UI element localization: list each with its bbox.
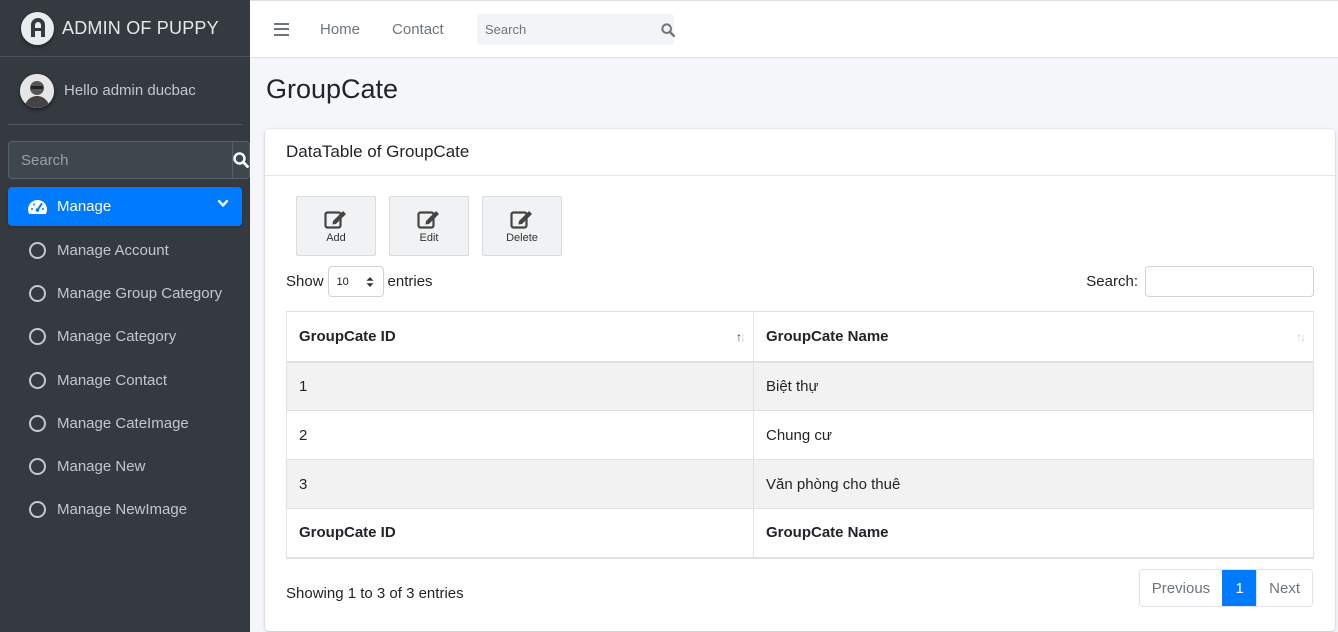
search-icon xyxy=(233,152,249,168)
sidebar-item-manage-category[interactable]: Manage Category xyxy=(8,315,242,358)
sidebar-item-label: Manage NewImage xyxy=(57,501,188,519)
sidebar-search-button[interactable] xyxy=(232,141,250,179)
card-title: DataTable of GroupCate xyxy=(265,129,1335,176)
table-row[interactable]: 1 Biệt thự xyxy=(286,361,1314,411)
sidebar-item-manage-cateimage[interactable]: Manage CateImage xyxy=(8,402,242,445)
sidebar-item-manage-contact[interactable]: Manage Contact xyxy=(8,359,242,402)
sidebar: ADMIN OF PUPPY Hello admin ducbac Manage… xyxy=(0,0,250,632)
avatar[interactable] xyxy=(20,73,54,108)
column-footer-id: GroupCate ID xyxy=(286,508,754,559)
table-search-label: Search: xyxy=(1086,273,1138,290)
cell-id: 1 xyxy=(286,361,754,411)
pagination-previous[interactable]: Previous xyxy=(1139,570,1223,606)
sidebar-item-manage-group-category[interactable]: Manage Group Category xyxy=(8,272,242,315)
page-length-select[interactable]: 10 xyxy=(327,266,384,297)
sort-ascending-icon: ↑↓ xyxy=(736,330,746,344)
sidebar-item-manage-new[interactable]: Manage New xyxy=(8,445,242,488)
top-navbar: Home Contact xyxy=(250,0,1338,58)
edit-button-label: Edit xyxy=(419,231,439,244)
search-icon xyxy=(661,22,675,37)
sidebar-item-label: Manage Category xyxy=(57,328,177,346)
circle-icon xyxy=(29,501,46,519)
edit-icon xyxy=(510,210,532,229)
delete-button[interactable]: Delete xyxy=(482,196,562,256)
pagination: Previous 1 Next xyxy=(1138,569,1313,607)
nav-link-home[interactable]: Home xyxy=(320,21,360,38)
sidebar-item-manage-account[interactable]: Manage Account xyxy=(8,229,242,272)
sidebar-search xyxy=(8,141,250,179)
sidebar-item-label: Manage Contact xyxy=(57,371,168,389)
column-header-label: GroupCate ID xyxy=(299,327,396,345)
brand-link[interactable]: ADMIN OF PUPPY xyxy=(0,0,250,57)
cell-name: Văn phòng cho thuê xyxy=(753,459,1314,509)
edit-button[interactable]: Edit xyxy=(389,196,469,256)
navbar-search xyxy=(477,14,675,45)
add-button[interactable]: Add xyxy=(296,196,376,256)
column-header-name[interactable]: GroupCate Name ↑↓ xyxy=(753,311,1314,363)
brand-name: ADMIN OF PUPPY xyxy=(62,17,219,38)
tachometer-icon xyxy=(28,199,47,214)
brand-logo-icon xyxy=(21,11,54,45)
sidebar-item-label: Manage Account xyxy=(57,242,169,260)
column-footer-name: GroupCate Name xyxy=(753,508,1314,559)
table-search: Search: xyxy=(1086,266,1314,297)
table-row[interactable]: 2 Chung cư xyxy=(286,410,1314,460)
table-row[interactable]: 3 Văn phòng cho thuê xyxy=(286,459,1314,509)
cell-name: Chung cư xyxy=(753,410,1314,460)
pagination-page[interactable]: 1 xyxy=(1222,570,1257,606)
sidebar-item-label: Manage CateImage xyxy=(57,414,189,432)
cell-name: Biệt thự xyxy=(753,361,1314,411)
circle-icon xyxy=(29,242,46,260)
sidebar-item-label: Manage Group Category xyxy=(57,285,223,303)
sidebar-item-label: Manage xyxy=(57,198,112,215)
sidebar-item-manage-newimage[interactable]: Manage NewImage xyxy=(8,488,242,531)
sidebar-submenu: Manage Account Manage Group Category Man… xyxy=(8,229,242,531)
page-length-value: 10 xyxy=(336,275,349,288)
edit-icon xyxy=(324,210,346,229)
circle-icon xyxy=(29,285,46,303)
navbar-search-input[interactable] xyxy=(477,14,661,45)
length-suffix: entries xyxy=(387,273,433,290)
add-button-label: Add xyxy=(326,231,346,244)
table-info: Showing 1 to 3 of 3 entries xyxy=(286,585,464,602)
user-panel: Hello admin ducbac xyxy=(8,57,242,125)
sidebar-item-label: Manage New xyxy=(57,458,146,476)
user-greeting[interactable]: Hello admin ducbac xyxy=(64,82,196,99)
sidebar-item-manage[interactable]: Manage xyxy=(8,187,242,226)
length-prefix: Show xyxy=(286,273,324,290)
sort-icon: ↑↓ xyxy=(1296,330,1306,344)
navbar-search-button[interactable] xyxy=(661,22,675,37)
table-search-input[interactable] xyxy=(1145,266,1314,297)
cell-id: 2 xyxy=(286,410,754,460)
nav-link-contact[interactable]: Contact xyxy=(392,21,444,38)
cell-id: 3 xyxy=(286,459,754,509)
chevron-down-icon xyxy=(217,199,229,207)
sort-arrows-icon xyxy=(366,277,374,287)
circle-icon xyxy=(29,414,46,432)
datatable-card: DataTable of GroupCate Add Edit Delete S… xyxy=(265,129,1335,631)
column-header-id[interactable]: GroupCate ID ↑↓ xyxy=(286,311,754,363)
column-header-label: GroupCate Name xyxy=(766,327,889,345)
circle-icon xyxy=(29,371,46,389)
menu-toggle-icon[interactable] xyxy=(274,22,289,36)
length-control: Show 10 entries xyxy=(286,266,433,297)
delete-button-label: Delete xyxy=(506,231,538,244)
page-title: GroupCate xyxy=(266,74,399,104)
pagination-next[interactable]: Next xyxy=(1256,570,1312,606)
sidebar-search-input[interactable] xyxy=(8,141,232,179)
circle-icon xyxy=(29,458,46,476)
circle-icon xyxy=(29,328,46,346)
edit-icon xyxy=(417,210,439,229)
groupcate-table: GroupCate ID ↑↓ GroupCate Name ↑↓ 1 Biệt… xyxy=(286,311,1314,559)
